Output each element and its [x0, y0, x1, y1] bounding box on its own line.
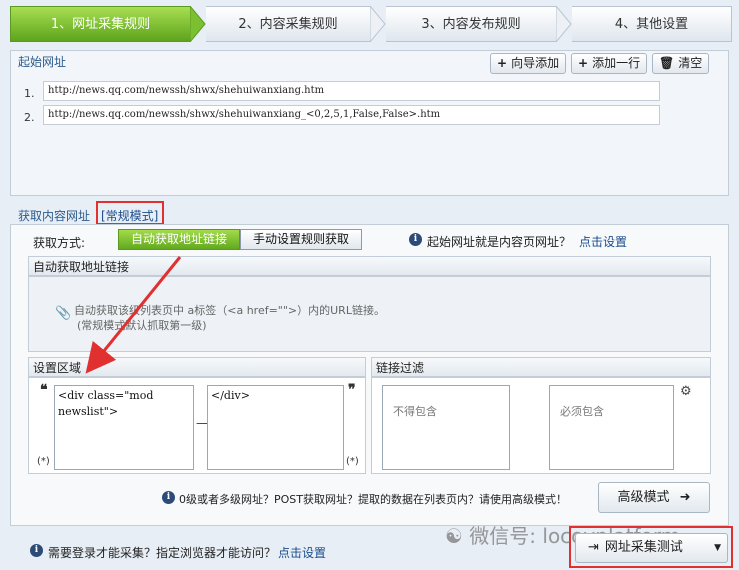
start-code-input[interactable]: <div class="mod newslist"> [54, 385, 194, 470]
exclude-placeholder: 不得包含 [393, 406, 437, 418]
start-is-content-text: 起始网址就是内容页网址？ [427, 235, 572, 249]
start-url-input[interactable]: http://news.qq.com/newssh/shwx/shehuiwan… [43, 105, 660, 125]
mode-highlight-box [96, 201, 164, 225]
plus-icon: + [578, 56, 589, 70]
add-row-button[interactable]: + 添加一行 [571, 53, 648, 74]
method-label: 获取方式: [33, 236, 86, 250]
wildcard-end[interactable]: (*) [346, 456, 359, 467]
manual-method-button[interactable]: 手动设置规则获取 [240, 229, 362, 250]
info-icon: i [30, 544, 43, 557]
include-placeholder: 必须包含 [560, 406, 604, 418]
content-urls-title: 获取内容网址 [18, 209, 91, 223]
wizard-steps: 1、网址采集规则 2、内容采集规则 3、内容发布规则 4、其他设置 [10, 6, 732, 42]
open-quote-icon: ❝ [40, 382, 48, 398]
info-icon: i [162, 491, 175, 504]
link-filter-header: 链接过滤 [371, 357, 711, 377]
start-url-input[interactable]: http://news.qq.com/newssh/shwx/shehuiwan… [43, 81, 660, 101]
login-settings-link[interactable]: 点击设置 [278, 544, 326, 561]
step-arrow-2 [370, 6, 386, 42]
arrow-right-icon: ➜ [679, 490, 691, 505]
url-row-number: 2. [24, 111, 35, 124]
step-arrow-3 [556, 6, 572, 42]
start-is-content-link[interactable]: 点击设置 [579, 233, 627, 250]
end-code-input[interactable]: </div> [207, 385, 344, 470]
wildcard-start[interactable]: (*) [37, 456, 50, 467]
advanced-mode-button[interactable]: 高级模式 ➜ [598, 482, 710, 513]
include-filter-input[interactable]: 必须包含 [549, 385, 674, 470]
clear-button[interactable]: 🗑 清空 [652, 53, 710, 74]
exclude-filter-input[interactable]: 不得包含 [382, 385, 510, 470]
url-row-number: 1. [24, 87, 35, 100]
step-url-rules[interactable]: 1、网址采集规则 [10, 6, 190, 42]
settings-area-header: 设置区域 [28, 357, 366, 377]
wizard-add-button[interactable]: + 向导添加 [490, 53, 567, 74]
paperclip-icon: 📎 [55, 306, 72, 321]
test-button-highlight-box [569, 526, 733, 568]
trash-icon: 🗑 [659, 56, 675, 70]
auto-method-button[interactable]: 自动获取地址链接 [118, 229, 240, 250]
start-urls-title: 起始网址 [18, 55, 67, 69]
advanced-hint: 0级或者多级网址？POST获取网址？提取的数据在列表页内？请使用高级模式！ [179, 493, 567, 506]
step-publish-rules[interactable]: 3、内容发布规则 [386, 6, 556, 42]
plus-icon: + [497, 56, 508, 70]
info-icon: i [409, 233, 422, 246]
wechat-icon: ☯ [445, 524, 463, 548]
auto-links-desc-line2: (常规模式默认抓取第一级) [77, 319, 207, 332]
auto-links-header: 自动获取地址链接 [28, 256, 711, 276]
step-content-rules[interactable]: 2、内容采集规则 [206, 6, 370, 42]
close-quote-icon: ❞ [348, 382, 356, 398]
login-hint: 需要登录才能采集？指定浏览器才能访问？ [48, 546, 277, 560]
step-arrow-1 [190, 6, 206, 42]
gear-icon[interactable]: ⚙ [680, 384, 692, 399]
auto-links-desc-line1: 自动获取该级列表页中 a标签（<a href="">）内的URL链接。 [74, 304, 385, 317]
step-other-settings[interactable]: 4、其他设置 [572, 6, 732, 42]
